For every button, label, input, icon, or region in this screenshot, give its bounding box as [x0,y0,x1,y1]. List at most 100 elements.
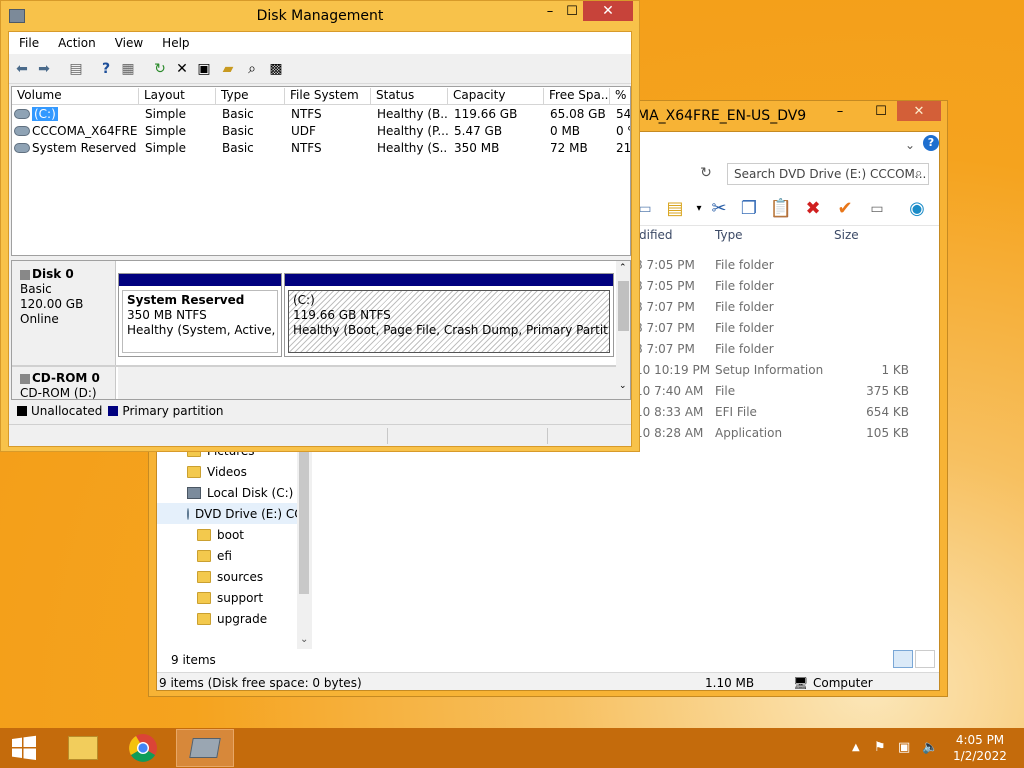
action-center-icon[interactable]: ⚑ [874,740,886,755]
copy-icon[interactable]: ❐ [737,197,761,221]
paste-icon[interactable]: 📋 [769,197,793,221]
maximize-button[interactable]: ☐ [869,101,893,121]
file-row[interactable]: 10 8:33 AM EFI File 654 KB [635,402,935,423]
column-header[interactable]: Capacity [448,88,544,105]
network-icon[interactable]: ▣ [898,740,910,755]
menu-bar: File Action View Help [9,32,631,54]
back-icon[interactable]: ⬅ [13,60,31,78]
disk-icon[interactable]: ▩ [267,60,285,78]
help-icon[interactable]: ? [97,60,115,78]
maximize-button[interactable]: ☐ [561,1,583,21]
large-icons-view-button[interactable] [915,650,935,668]
cdrom0-label[interactable]: CD-ROM 0 CD-ROM (D:) [12,367,116,399]
column-header[interactable]: Free Spa... [544,88,610,105]
file-row[interactable]: 8 7:07 PM File folder [635,339,935,360]
clock[interactable]: 4:05 PM 1/2/2022 [950,732,1010,764]
globe-icon[interactable]: ◉ [905,197,929,221]
volume-icon [14,143,30,153]
chevron-down-icon[interactable]: ⌄ [905,138,915,152]
scroll-up-icon[interactable]: ⌃ [619,263,627,273]
checkmark-icon[interactable]: ✔ [833,197,857,221]
file-row[interactable]: 8 7:07 PM File folder [635,297,935,318]
dm-toolbar: ⬅ ➡ ▤ ? ▦ ↻ ✕ ▣ ▰ ⌕ ▩ [9,54,631,84]
file-row[interactable]: 10 10:19 PM Setup Information 1 KB [635,360,935,381]
volume-free: 72 MB [550,141,588,155]
partition-size: 119.66 GB NTFS [293,308,391,322]
menu-view[interactable]: View [105,32,152,54]
taskbar-chrome[interactable] [114,729,172,767]
show-hidden-icons-icon[interactable]: ▲ [852,742,860,753]
file-row[interactable]: 10 8:28 AM Application 105 KB [635,423,935,444]
taskbar-file-explorer[interactable] [54,729,112,767]
nav-item[interactable]: upgrade [197,608,267,629]
nav-item[interactable]: efi [197,545,232,566]
menu-action[interactable]: Action [48,32,105,54]
status-text: 9 items (Disk free space: 0 bytes) [159,676,362,690]
nav-item[interactable]: sources [197,566,263,587]
partition-c[interactable]: (C:) 119.66 GB NTFS Healthy (Boot, Page … [284,273,614,357]
close-button[interactable]: ✕ [583,1,633,21]
column-header[interactable]: File System [285,88,371,105]
scroll-down-icon[interactable]: ⌄ [619,381,627,391]
vertical-scrollbar[interactable]: ⌃ ⌄ [616,261,630,399]
file-row[interactable]: 8 7:05 PM File folder [635,255,935,276]
file-row[interactable]: 10 7:40 AM File 375 KB [635,381,935,402]
search-icon[interactable]: ⌕ [243,60,261,78]
column-header[interactable]: Status [371,88,448,105]
show-hide-console-icon[interactable]: ▤ [67,60,85,78]
column-header[interactable]: Volume [12,88,139,105]
nav-item[interactable]: DVD Drive (E:) CC [157,503,303,524]
disk0-label[interactable]: Disk 0 Basic 120.00 GB Online [12,261,116,365]
scroll-down-icon[interactable]: ⌄ [300,634,308,645]
search-input[interactable]: Search DVD Drive (E:) CCCOM... [727,163,929,185]
column-header[interactable]: Layout [139,88,216,105]
column-type[interactable]: Type [715,228,743,242]
volume-icon [14,126,30,136]
nav-item[interactable]: Local Disk (C:) [187,482,293,503]
help-icon[interactable]: ? [923,135,939,151]
file-size: 1 KB [881,363,909,377]
dm-titlebar[interactable]: Disk Management – ☐ ✕ [1,1,639,31]
refresh-icon[interactable]: ↻ [151,60,169,78]
nav-item-label: DVD Drive (E:) CC [195,506,303,521]
column-header[interactable]: Type [216,88,285,105]
file-row[interactable]: 8 7:07 PM File folder [635,318,935,339]
minimize-button[interactable]: – [829,101,851,121]
properties-icon[interactable]: ▣ [195,60,213,78]
volume-row[interactable]: System Reserved Simple Basic NTFS Healthy (S… [12,140,630,157]
nav-scrollbar[interactable]: ⌄ [297,444,312,649]
menu-file[interactable]: File [9,32,48,54]
delete-icon[interactable]: ✕ [173,60,191,78]
volume-muted-icon[interactable]: 🔈 [922,740,938,755]
volume-row[interactable]: CCCOMA_X64FRE... Simple Basic UDF Healthy (P… [12,123,630,140]
volume-volume: (C:) [32,107,58,121]
nav-item[interactable]: support [197,587,263,608]
taskbar-disk-management[interactable] [176,729,234,767]
show-hide-action-pane-icon[interactable]: ▦ [119,60,137,78]
nav-item[interactable]: boot [197,524,244,545]
delete-icon[interactable]: ✖ [801,197,825,221]
rename-icon[interactable]: ▭ [865,197,889,221]
minimize-button[interactable]: – [539,1,561,21]
nav-item[interactable]: Videos [187,461,247,482]
details-view-button[interactable] [893,650,913,668]
forward-icon[interactable]: ➡ [35,60,53,78]
close-button[interactable]: ✕ [897,101,941,121]
partition-system-reserved[interactable]: System Reserved 350 MB NTFS Healthy (Sys… [118,273,282,357]
search-icon[interactable]: ⌕ [915,166,922,181]
disk-management-window[interactable]: Disk Management – ☐ ✕ File Action View Help… [0,0,640,452]
file-type: File [715,384,736,398]
menu-help[interactable]: Help [152,32,198,54]
volume-row[interactable]: (C:) Simple Basic NTFS Healthy (B... 119.66 G… [12,106,630,123]
column-modified[interactable]: dified [639,228,673,242]
start-button[interactable] [0,729,48,767]
folder-options-icon[interactable]: ▤ [663,197,687,221]
nav-item-label: Videos [207,464,247,479]
column-header[interactable]: % F [610,88,630,105]
file-type: File folder [715,342,774,356]
column-size[interactable]: Size [834,228,859,242]
open-folder-icon[interactable]: ▰ [219,60,237,78]
file-row[interactable]: 8 7:05 PM File folder [635,276,935,297]
refresh-icon[interactable]: ↻ [697,165,715,183]
cut-icon[interactable]: ✂ [707,197,731,221]
